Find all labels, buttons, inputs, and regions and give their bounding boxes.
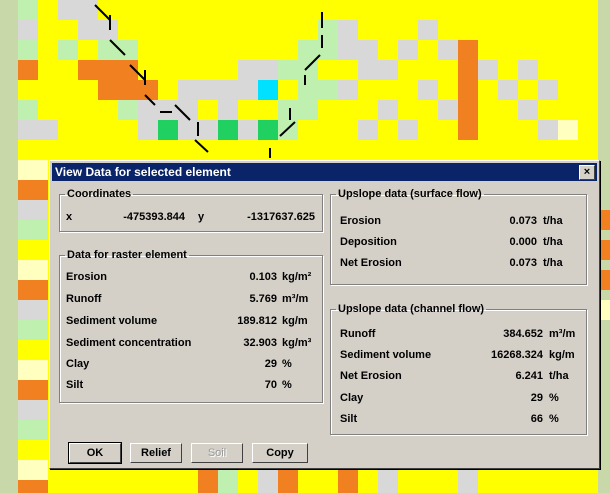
raster-unit-runoff: m³/m: [282, 293, 309, 305]
raster-value-silt: 70: [264, 379, 277, 391]
channel-value-silt: 66: [530, 413, 543, 425]
dialog-title-bar[interactable]: View Data for selected element ×: [52, 163, 597, 181]
surface-unit-net-erosion: t/ha: [543, 257, 563, 269]
raster-value-clay: 29: [264, 358, 277, 370]
raster-label-erosion: Erosion: [66, 271, 107, 283]
raster-value-erosion: 0.103: [249, 271, 277, 283]
raster-label-sediment-volume: Sediment volume: [66, 315, 158, 327]
channel-label-silt: Silt: [340, 413, 358, 425]
channel-value-runoff: 384.652: [503, 328, 543, 340]
ok-button[interactable]: OK: [68, 442, 122, 464]
channel-unit-clay: %: [549, 392, 559, 404]
channel-label-sediment-volume: Sediment volume: [340, 349, 432, 361]
channel-unit-sediment-volume: kg/m: [549, 349, 575, 361]
raster-label-runoff: Runoff: [66, 293, 102, 305]
raster-unit-sediment-volume: kg/m: [282, 315, 308, 327]
channel-unit-runoff: m³/m: [549, 328, 576, 340]
surface-value-deposition: 0.000: [509, 236, 537, 248]
channel-value-net-erosion: 6.241: [515, 370, 543, 382]
channel-unit-silt: %: [549, 413, 559, 425]
surface-label-erosion: Erosion: [340, 215, 381, 227]
channel-label-net-erosion: Net Erosion: [340, 370, 402, 382]
surface-legend: Upslope data (surface flow): [338, 188, 482, 200]
raster-label-sediment-concentration: Sediment concentration: [66, 337, 192, 349]
surface-unit-deposition: t/ha: [543, 236, 563, 248]
coordinates-group: Coordinates: [59, 188, 323, 232]
raster-label-silt: Silt: [66, 379, 84, 391]
channel-unit-net-erosion: t/ha: [549, 370, 569, 382]
surface-label-net-erosion: Net Erosion: [340, 257, 402, 269]
raster-value-sediment-volume: 189.812: [237, 315, 277, 327]
channel-label-runoff: Runoff: [340, 328, 376, 340]
surface-unit-erosion: t/ha: [543, 215, 563, 227]
channel-value-clay: 29: [530, 392, 543, 404]
raster-legend: Data for raster element: [67, 249, 187, 261]
raster-unit-sediment-concentration: kg/m³: [282, 337, 312, 349]
y-value: -1317637.625: [247, 211, 315, 223]
raster-unit-erosion: kg/m²: [282, 271, 312, 283]
channel-legend: Upslope data (channel flow): [338, 303, 485, 315]
y-label: y: [198, 211, 205, 223]
relief-button[interactable]: Relief: [130, 443, 182, 463]
dialog-title: View Data for selected element: [55, 165, 231, 179]
raster-unit-clay: %: [282, 358, 292, 370]
surface-value-erosion: 0.073: [509, 215, 537, 227]
x-value: -475393.844: [123, 211, 185, 223]
coordinates-legend: Coordinates: [67, 188, 132, 200]
surface-value-net-erosion: 0.073: [509, 257, 537, 269]
raster-unit-silt: %: [282, 379, 292, 391]
channel-value-sediment-volume: 16268.324: [491, 349, 543, 361]
view-data-dialog: View Data for selected element × Coordin…: [49, 160, 600, 469]
raster-value-runoff: 5.769: [249, 293, 277, 305]
copy-button[interactable]: Copy: [252, 443, 308, 463]
channel-label-clay: Clay: [340, 392, 364, 404]
raster-value-sediment-concentration: 32.903: [243, 337, 277, 349]
raster-label-clay: Clay: [66, 358, 90, 370]
close-icon[interactable]: ×: [579, 165, 595, 180]
x-label: x: [66, 211, 73, 223]
surface-label-deposition: Deposition: [340, 236, 397, 248]
soil-button: Soil: [191, 443, 243, 463]
